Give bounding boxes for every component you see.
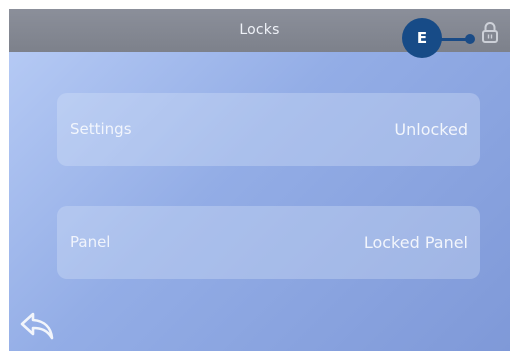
panel-lock-label: Panel <box>70 233 111 251</box>
callout-leader-dot <box>465 34 475 44</box>
callout-badge: E <box>402 18 442 58</box>
settings-lock-row[interactable]: Settings Unlocked <box>57 93 480 166</box>
settings-lock-status: Unlocked <box>394 120 468 139</box>
padlock-icon[interactable] <box>481 21 499 43</box>
device-screen: Locks E Settings Unlocked Panel Locked P… <box>9 9 510 351</box>
settings-lock-label: Settings <box>70 120 132 138</box>
panel-lock-row[interactable]: Panel Locked Panel <box>57 206 480 279</box>
panel-lock-status: Locked Panel <box>363 233 468 252</box>
back-arrow-icon[interactable] <box>19 309 59 343</box>
